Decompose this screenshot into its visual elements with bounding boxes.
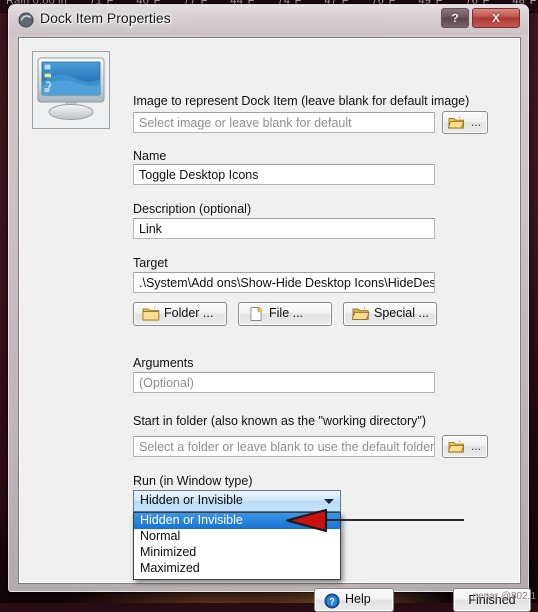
dock-item-properties-dialog: Dock Item Properties ? X Image to repres…: [8, 4, 531, 612]
monitor-desktop-icon[interactable]: [32, 51, 110, 129]
dropdown-option-maximized[interactable]: Maximized: [134, 561, 340, 577]
arguments-field-label: Arguments: [133, 356, 194, 370]
file-new-icon: [250, 306, 263, 321]
run-window-type-label: Run (in Window type): [133, 474, 253, 488]
screenshot-watermark: nenar @802.1: [472, 591, 536, 602]
start-in-folder-browse-label: ...: [470, 439, 481, 453]
special-browse-button[interactable]: Special ...: [343, 302, 437, 326]
target-input[interactable]: .\System\Add ons\Show-Hide Desktop Icons…: [133, 272, 435, 293]
dialog-titlebar[interactable]: Dock Item Properties ? X: [9, 5, 528, 35]
description-field-label: Description (optional): [133, 202, 252, 216]
start-in-folder-label: Start in folder (also known as the "work…: [133, 414, 427, 428]
folder-open-icon: [352, 307, 370, 320]
target-field-label: Target: [133, 256, 168, 270]
dialog-title: Dock Item Properties: [40, 10, 171, 26]
question-circle-icon: ?: [324, 593, 340, 609]
name-field-label: Name: [133, 149, 167, 163]
image-field-label: Image to represent Dock Item (leave blan…: [133, 94, 470, 108]
image-browse-button[interactable]: ...: [442, 111, 488, 134]
folder-open-icon: [448, 116, 465, 129]
svg-text:?: ?: [329, 597, 335, 607]
app-icon: [18, 12, 34, 28]
dropdown-option-minimized[interactable]: Minimized: [134, 545, 340, 561]
image-browse-label: ...: [470, 115, 481, 129]
start-in-folder-browse-button[interactable]: ...: [442, 435, 488, 458]
start-in-folder-input[interactable]: Select a folder or leave blank to use th…: [133, 436, 435, 457]
folder-icon: [142, 307, 160, 321]
chevron-down-icon[interactable]: [324, 499, 334, 504]
help-button-label: Help: [345, 592, 371, 606]
folder-button-label: Folder ...: [164, 306, 214, 320]
image-input[interactable]: Select image or leave blank for default: [133, 112, 435, 133]
arguments-input[interactable]: (Optional): [133, 372, 435, 393]
description-input[interactable]: Link: [133, 218, 435, 239]
dialog-content-panel: Image to represent Dock Item (leave blan…: [18, 37, 531, 612]
name-input[interactable]: Toggle Desktop Icons: [133, 164, 435, 185]
annotation-line: [312, 519, 464, 521]
special-button-label: Special ...: [374, 306, 429, 320]
folder-open-icon: [448, 440, 465, 453]
file-button-label: File ...: [269, 306, 304, 320]
folder-browse-button[interactable]: Folder ...: [133, 302, 227, 326]
titlebar-help-button[interactable]: ?: [441, 8, 469, 28]
file-browse-button[interactable]: File ...: [238, 302, 332, 326]
help-button[interactable]: ? Help: [314, 588, 394, 612]
titlebar-close-button[interactable]: X: [472, 8, 520, 28]
annotation-arrow-icon: [284, 508, 328, 533]
run-window-type-selected-value: Hidden or Invisible: [140, 493, 243, 507]
